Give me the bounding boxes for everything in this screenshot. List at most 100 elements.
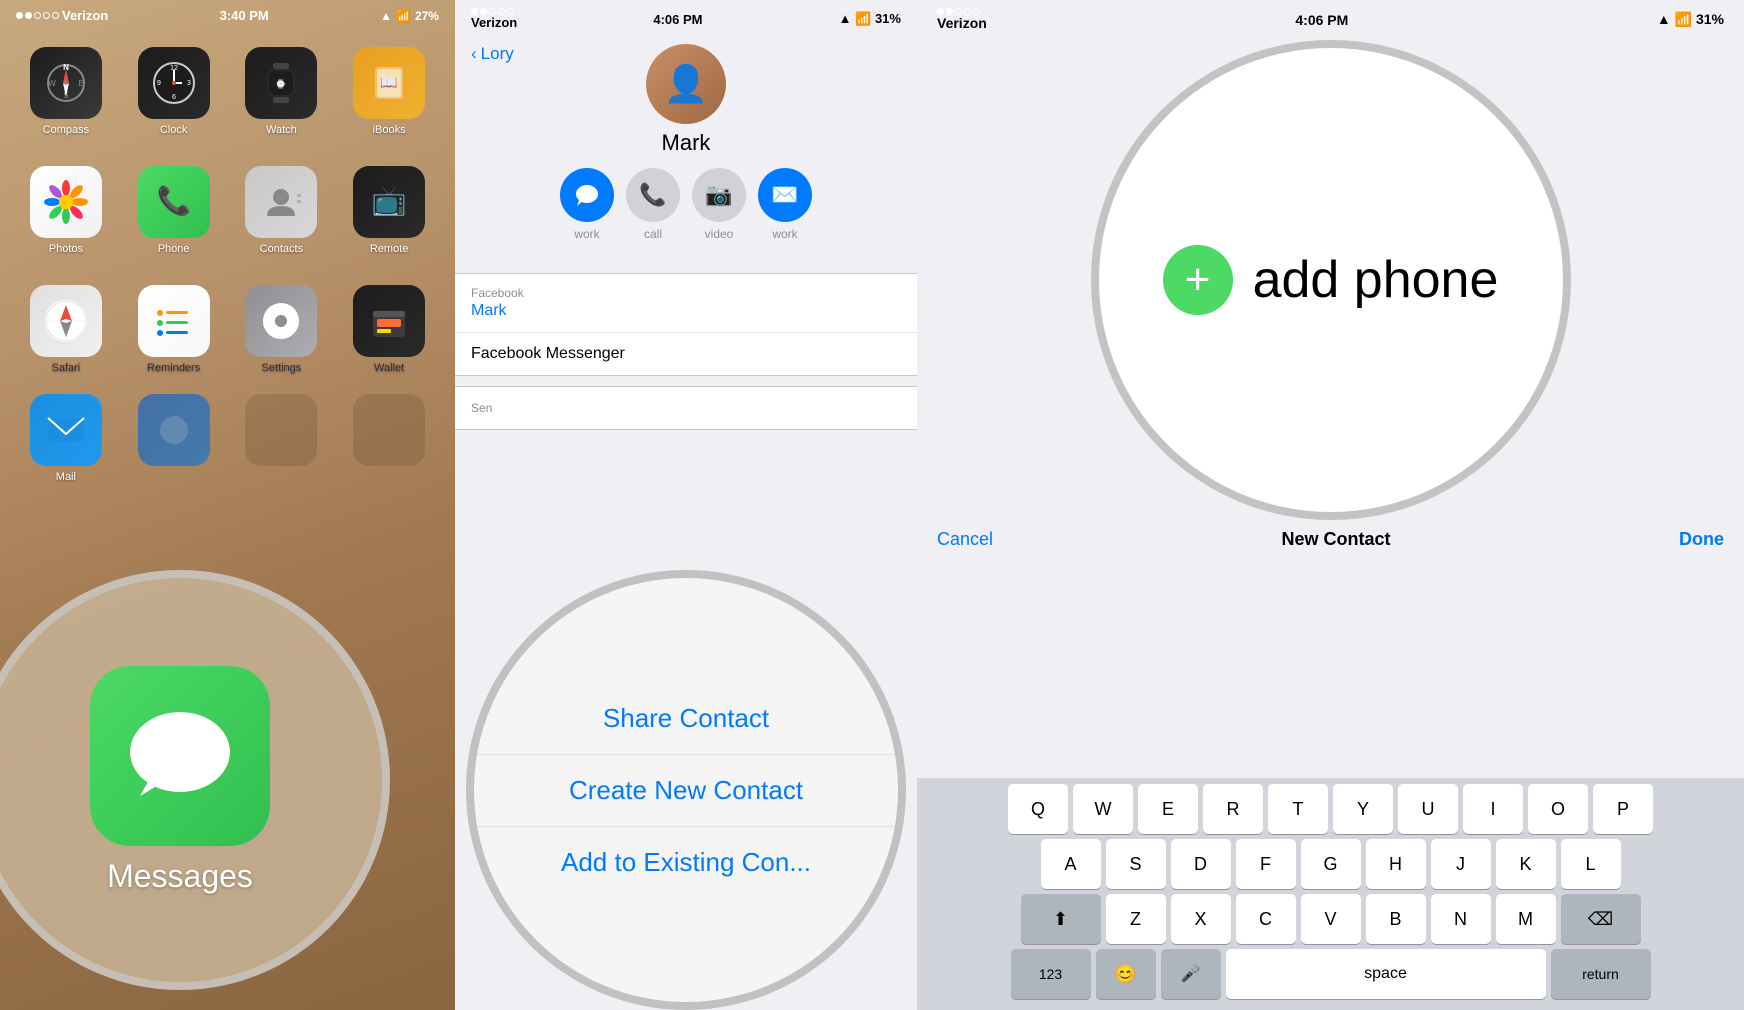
svg-text:📺: 📺	[372, 185, 407, 217]
key-a[interactable]: A	[1041, 839, 1101, 889]
app-watch[interactable]: ⌚ Watch	[236, 47, 328, 136]
key-u[interactable]: U	[1398, 784, 1458, 834]
action-mail[interactable]: ✉️ work	[758, 168, 812, 241]
key-f[interactable]: F	[1236, 839, 1296, 889]
back-chevron: ‹	[471, 44, 477, 64]
p3-s4	[964, 8, 971, 15]
key-k[interactable]: K	[1496, 839, 1556, 889]
mag3-add-phone-text: add phone	[1253, 250, 1499, 310]
signal-3	[937, 8, 987, 15]
key-i[interactable]: I	[1463, 784, 1523, 834]
app-clock[interactable]: 12 6 9 3 Clock	[128, 47, 220, 136]
contact-avatar: 👤	[646, 44, 726, 124]
app-phone[interactable]: 📞 Phone	[128, 166, 220, 255]
key-m[interactable]: M	[1496, 894, 1556, 944]
reminders-icon-img	[138, 285, 210, 357]
svg-text:W: W	[48, 79, 56, 88]
action-buttons: work 📞 call 📷 video ✉️ work	[560, 168, 812, 241]
clock-label: Clock	[160, 124, 188, 136]
key-q[interactable]: Q	[1008, 784, 1068, 834]
key-l[interactable]: L	[1561, 839, 1621, 889]
key-mic[interactable]: 🎤	[1161, 949, 1221, 999]
key-delete[interactable]: ⌫	[1561, 894, 1641, 944]
app-contacts[interactable]: Contacts	[236, 166, 328, 255]
key-r[interactable]: R	[1203, 784, 1263, 834]
app-remote[interactable]: 📺 Remote	[343, 166, 435, 255]
status-right-1: ▲ 📶 27%	[380, 9, 439, 23]
key-n[interactable]: N	[1431, 894, 1491, 944]
key-h[interactable]: H	[1366, 839, 1426, 889]
create-new-contact-item[interactable]: Create New Contact	[474, 755, 898, 827]
key-x[interactable]: X	[1171, 894, 1231, 944]
app-photos[interactable]: Photos	[20, 166, 112, 255]
key-emoji[interactable]: 😊	[1096, 949, 1156, 999]
messages-app-icon[interactable]	[90, 666, 270, 846]
app-safari[interactable]: Safari	[20, 285, 112, 374]
signal-dot-1	[16, 12, 23, 19]
key-return[interactable]: return	[1551, 949, 1651, 999]
photos-label: Photos	[49, 243, 83, 255]
app-ibooks[interactable]: 📖 iBooks	[343, 47, 435, 136]
key-shift[interactable]: ⬆	[1021, 894, 1101, 944]
key-y[interactable]: Y	[1333, 784, 1393, 834]
s2	[480, 8, 487, 15]
key-v[interactable]: V	[1301, 894, 1361, 944]
app-wallet[interactable]: Wallet	[343, 285, 435, 374]
action-message[interactable]: work	[560, 168, 614, 241]
status-left-3: Verizon	[937, 8, 987, 31]
key-123[interactable]: 123	[1011, 949, 1091, 999]
remote-icon-img: 📺	[353, 166, 425, 238]
app-grid-row4: Mail	[0, 384, 455, 493]
call-circle: 📞	[626, 168, 680, 222]
add-existing-contact-item[interactable]: Add to Existing Con...	[474, 827, 898, 898]
key-b[interactable]: B	[1366, 894, 1426, 944]
key-space[interactable]: space	[1226, 949, 1546, 999]
status-left-1: Verizon	[16, 8, 108, 23]
app-compass[interactable]: N S W E Compass	[20, 47, 112, 136]
action-video-label: video	[705, 227, 734, 241]
key-d[interactable]: D	[1171, 839, 1231, 889]
contact-header: ‹ Lory 👤 Mark work 📞 call 📷 video	[455, 34, 917, 273]
key-s[interactable]: S	[1106, 839, 1166, 889]
action-call[interactable]: 📞 call	[626, 168, 680, 241]
app-reminders[interactable]: Reminders	[128, 285, 220, 374]
facebook-value[interactable]: Mark	[471, 302, 901, 320]
svg-text:3: 3	[187, 80, 191, 87]
action-video[interactable]: 📷 video	[692, 168, 746, 241]
done-button[interactable]: Done	[1679, 529, 1724, 550]
battery-2: 31%	[875, 11, 901, 26]
svg-text:⌚: ⌚	[276, 78, 287, 89]
watch-icon-img: ⌚	[245, 47, 317, 119]
compass-icon-img: N S W E	[30, 47, 102, 119]
key-z[interactable]: Z	[1106, 894, 1166, 944]
time-1: 3:40 PM	[220, 8, 269, 23]
time-3: 4:06 PM	[1295, 12, 1348, 28]
app-grid-row2: Photos 📞 Phone Contacts	[0, 146, 455, 265]
loc-icon-3: ▲	[1657, 11, 1671, 27]
safari-icon-img	[30, 285, 102, 357]
time-2: 4:06 PM	[653, 12, 702, 27]
key-o[interactable]: O	[1528, 784, 1588, 834]
mag3-plus-button[interactable]: +	[1163, 245, 1233, 315]
key-t[interactable]: T	[1268, 784, 1328, 834]
app-settings[interactable]: Settings	[236, 285, 328, 374]
s1	[471, 8, 478, 15]
share-contact-item[interactable]: Share Contact	[474, 683, 898, 755]
app-placeholder-blue	[128, 394, 220, 483]
keyboard-row3: ⬆ Z X C V B N M ⌫	[921, 894, 1740, 944]
contact-name: Mark	[662, 130, 711, 156]
key-p[interactable]: P	[1593, 784, 1653, 834]
back-button[interactable]: ‹ Lory	[471, 44, 514, 64]
svg-text:E: E	[78, 79, 83, 88]
key-e[interactable]: E	[1138, 784, 1198, 834]
app-mail[interactable]: Mail	[20, 394, 112, 483]
action-mail-label: work	[772, 227, 797, 241]
key-w[interactable]: W	[1073, 784, 1133, 834]
key-c[interactable]: C	[1236, 894, 1296, 944]
cancel-button[interactable]: Cancel	[937, 529, 993, 550]
key-g[interactable]: G	[1301, 839, 1361, 889]
carrier-1: Verizon	[62, 8, 108, 23]
contact-info-section: Facebook Mark Facebook Messenger	[455, 273, 917, 376]
key-j[interactable]: J	[1431, 839, 1491, 889]
p3-s5	[973, 8, 980, 15]
